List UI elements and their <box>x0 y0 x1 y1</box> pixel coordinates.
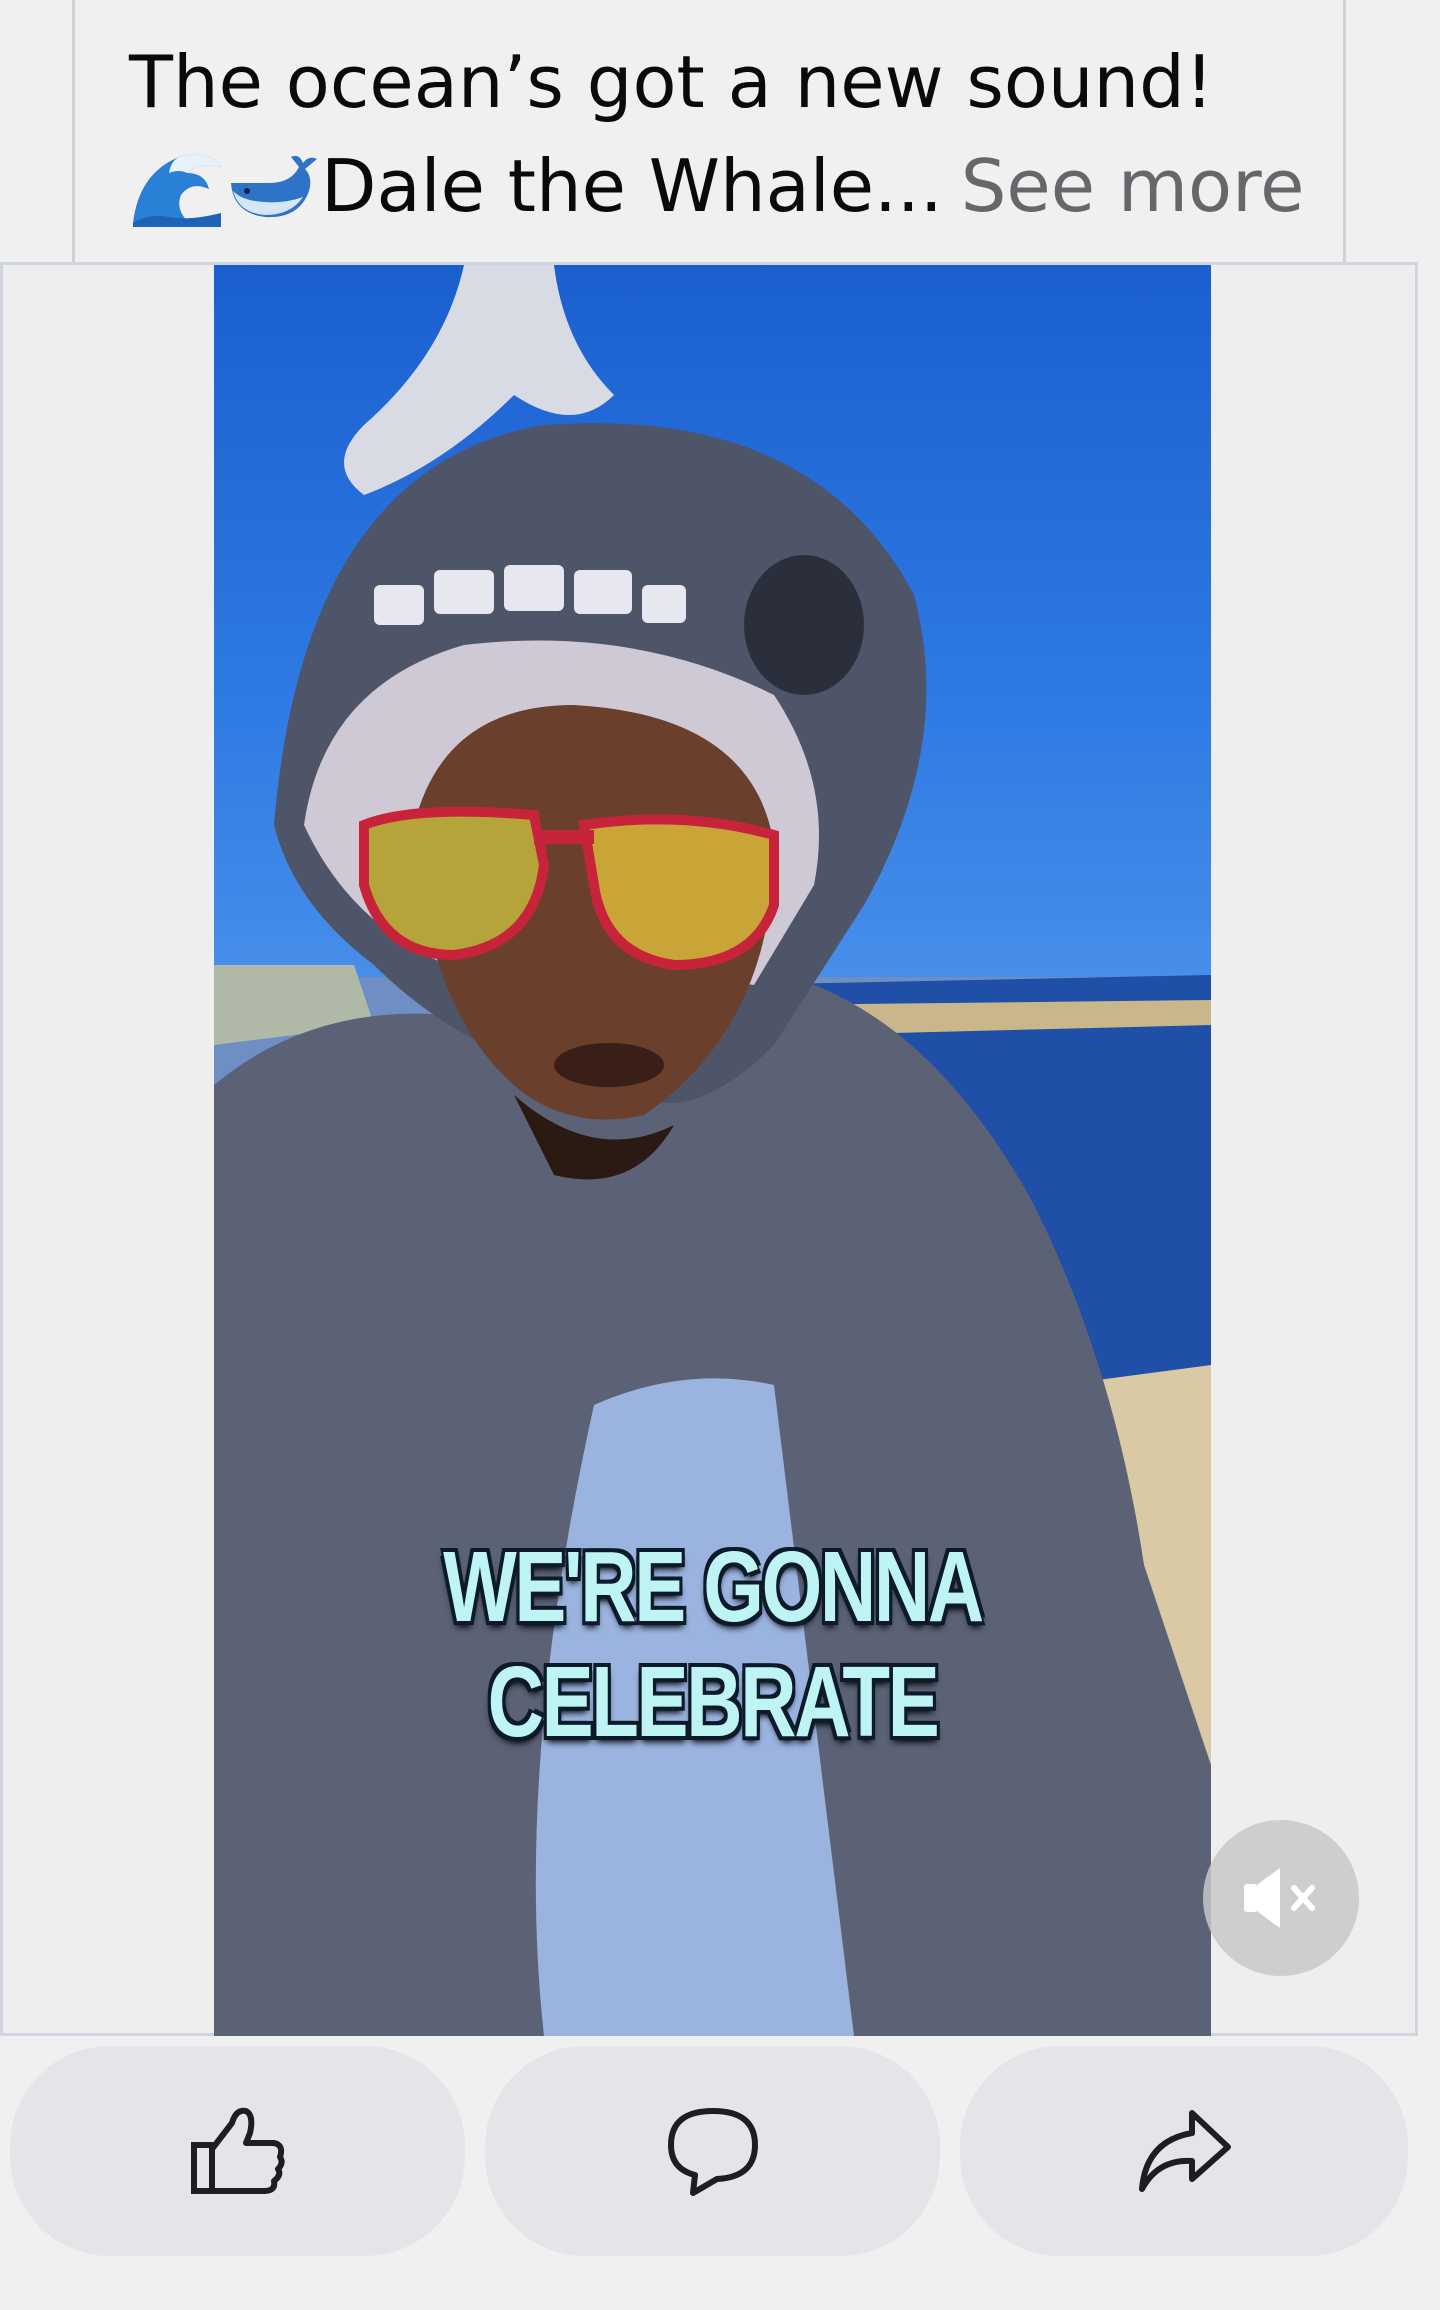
see-more-link[interactable]: See more <box>961 134 1305 238</box>
water-wave-emoji-icon <box>129 143 225 229</box>
video-player[interactable]: WE'RE GONNA CELEBRATE <box>214 265 1211 2036</box>
post-caption: The ocean’s got a new sound! Dale the Wh… <box>129 30 1329 238</box>
thumbs-up-icon <box>190 2107 285 2194</box>
video-frame: WE'RE GONNA CELEBRATE <box>0 262 1418 2036</box>
post-action-bar <box>0 2046 1440 2260</box>
share-arrow-icon <box>1139 2110 1231 2192</box>
share-button[interactable] <box>960 2046 1408 2256</box>
caption-preview-text: Dale the Whale... <box>321 144 943 228</box>
whale-emoji-icon <box>225 143 321 229</box>
mute-toggle-button[interactable] <box>1203 1820 1359 1976</box>
comment-button[interactable] <box>485 2046 940 2256</box>
speaker-muted-icon <box>1244 1868 1315 1928</box>
caption-line-1: The ocean’s got a new sound! <box>129 40 1214 124</box>
like-button[interactable] <box>10 2046 465 2256</box>
caption-line-2: Dale the Whale... See more <box>129 134 1329 238</box>
video-subtitle: WE'RE GONNA CELEBRATE <box>443 1531 984 1758</box>
post-caption-card: The ocean’s got a new sound! Dale the Wh… <box>72 0 1346 262</box>
video-frame-image <box>214 265 1211 2036</box>
speech-bubble-icon <box>667 2108 758 2196</box>
